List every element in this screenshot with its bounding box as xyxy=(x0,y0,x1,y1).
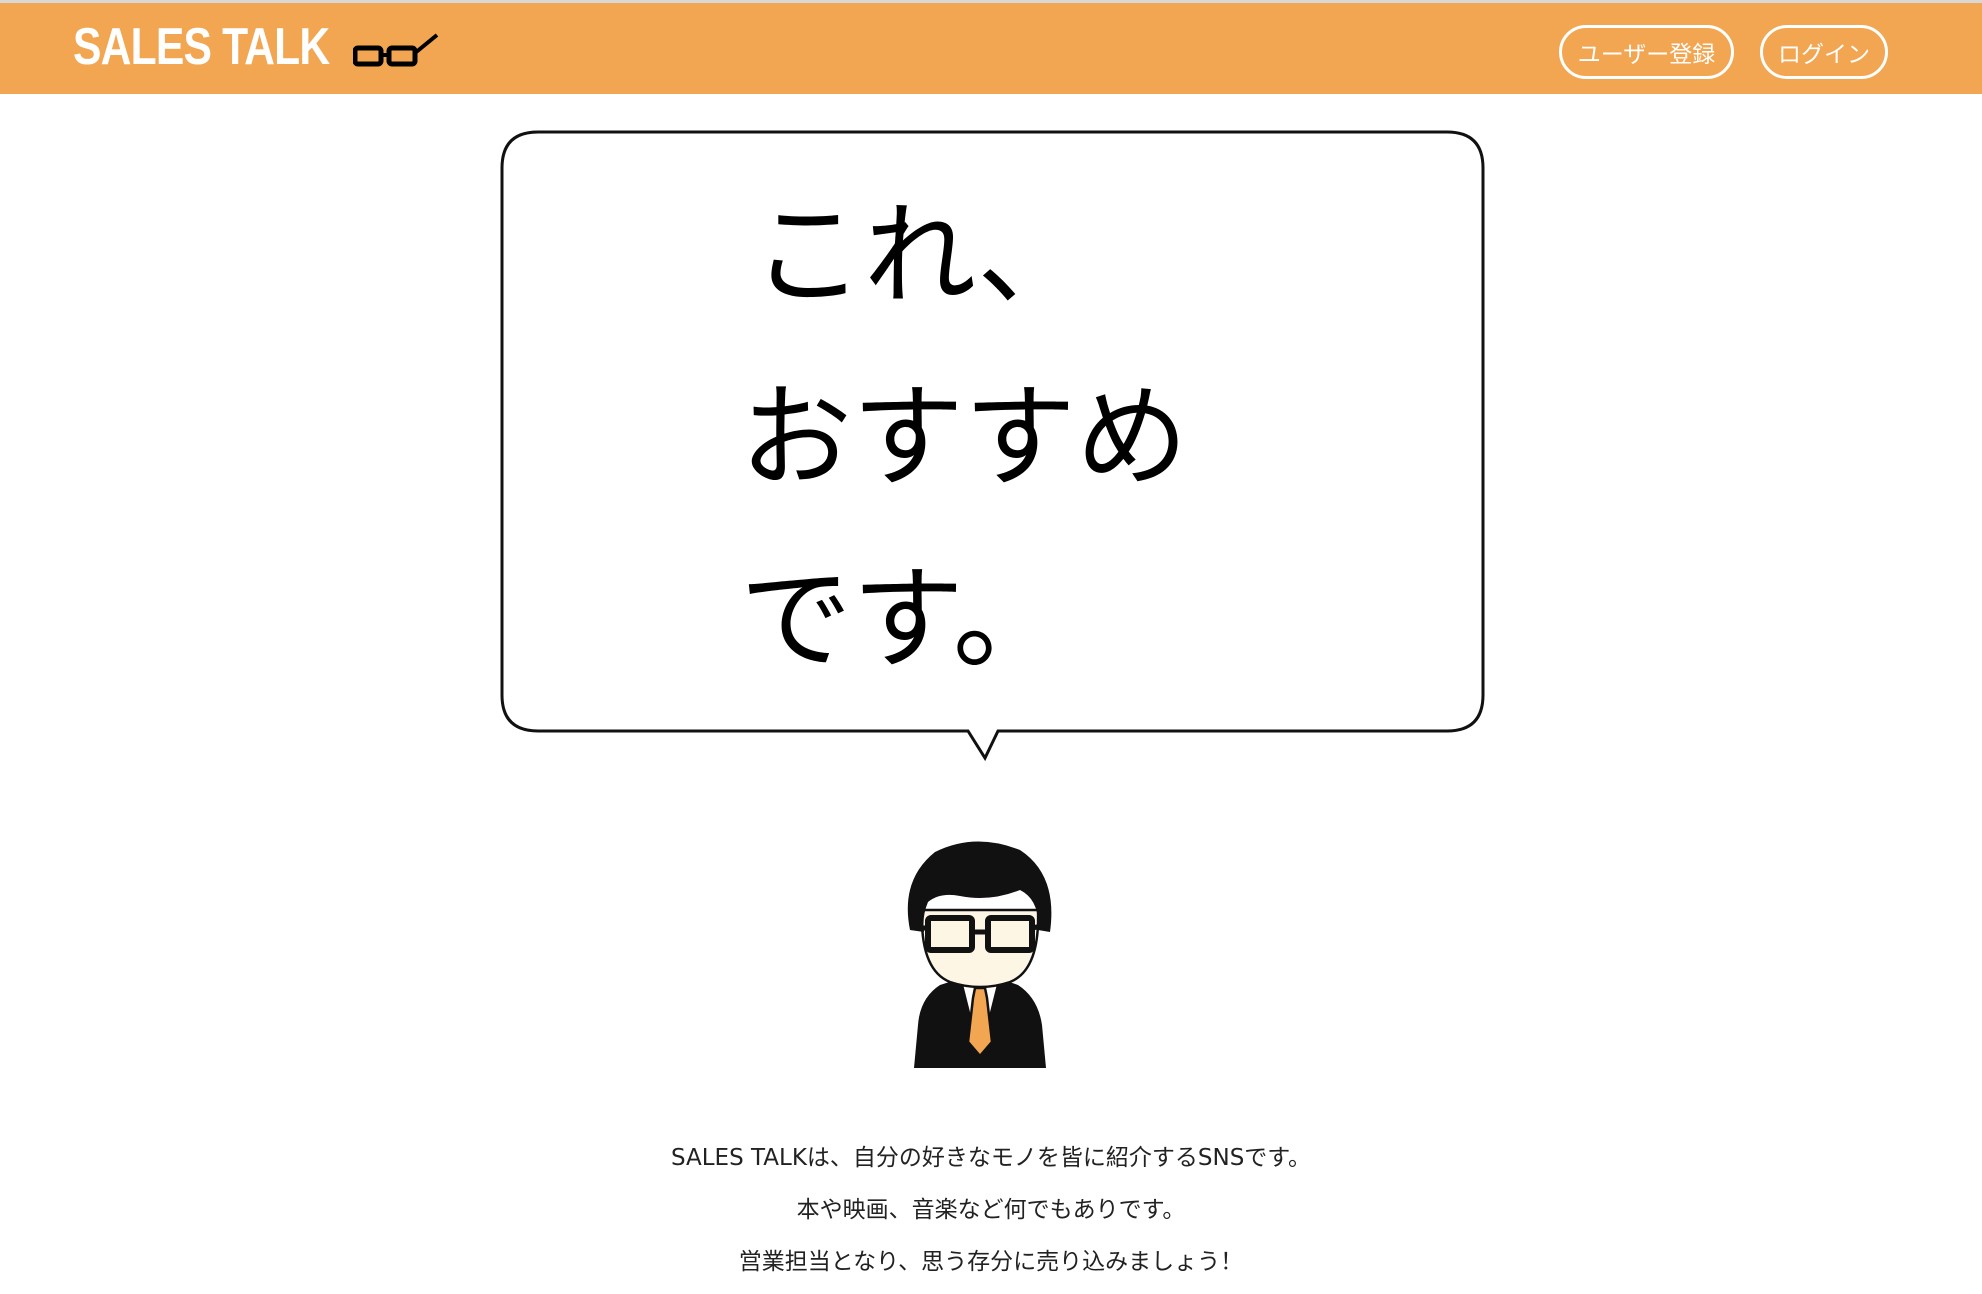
description-line: 本や映画、音楽など何でもありです。 xyxy=(796,1197,1186,1223)
description-line: 営業担当となり、思う存分に売り込みましょう！ xyxy=(738,1249,1244,1275)
site-logo[interactable]: SALES TALK xyxy=(73,17,439,77)
register-button[interactable]: ユーザー登録 xyxy=(1559,25,1734,79)
bubble-line: おすすめ xyxy=(740,373,1188,503)
bubble-line: これ、 xyxy=(752,191,1090,321)
login-button[interactable]: ログイン xyxy=(1760,25,1888,79)
header-bar: SALES TALK ユーザー登録 ログイン xyxy=(0,0,1982,94)
salesman-mascot xyxy=(907,841,1052,1068)
logo-text: SALES TALK xyxy=(73,18,330,76)
glasses-icon xyxy=(353,33,439,67)
bubble-text: これ、 おすすめ です。 xyxy=(740,165,1340,711)
description-line: SALES TALKは、自分の好きなモノを皆に紹介するSNSです。 xyxy=(670,1145,1311,1171)
site-description: SALES TALKは、自分の好きなモノを皆に紹介するSNSです。 本や映画、音… xyxy=(0,1132,1982,1288)
header-nav: ユーザー登録 ログイン xyxy=(1559,25,1888,79)
bubble-line: です。 xyxy=(740,555,1065,685)
